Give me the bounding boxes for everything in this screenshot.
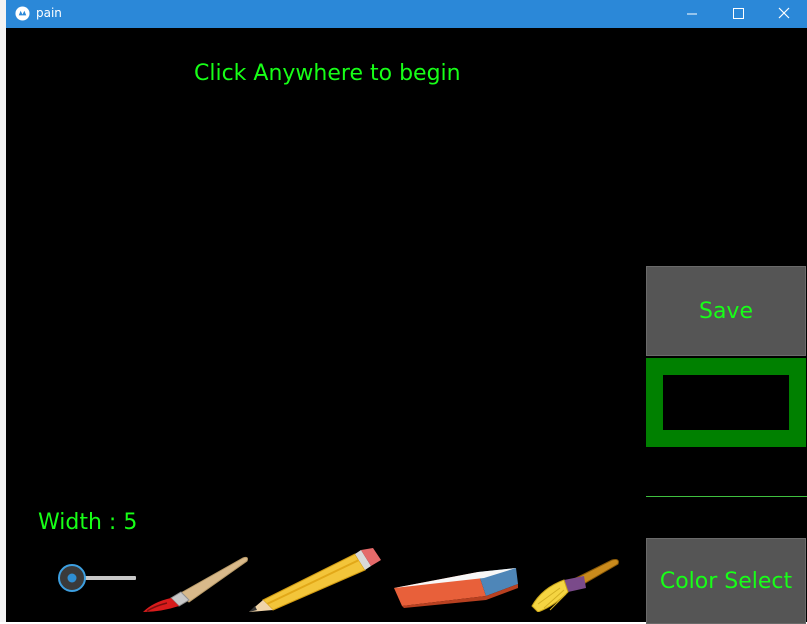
width-label: Width : 5 — [38, 510, 138, 535]
drawing-canvas[interactable]: Click Anywhere to begin Width : 5 Save C… — [6, 28, 807, 624]
pencil-icon[interactable] — [249, 548, 381, 612]
save-button[interactable]: Save — [646, 266, 806, 356]
paintbrush-icon[interactable] — [139, 552, 251, 614]
color-preview-inner — [663, 375, 789, 430]
close-icon — [778, 7, 790, 19]
eraser-icon[interactable] — [390, 566, 520, 608]
broom-icon[interactable] — [528, 554, 622, 612]
minimize-icon — [687, 13, 697, 15]
maximize-button[interactable] — [715, 0, 761, 28]
slider-handle-dot — [67, 573, 77, 583]
app-window: pain Click Anywhere to begin Width : 5 S… — [6, 0, 807, 624]
kivy-app-icon — [15, 6, 30, 21]
begin-hint-label: Click Anywhere to begin — [194, 61, 461, 86]
title-bar[interactable]: pain — [6, 0, 807, 28]
close-button[interactable] — [761, 0, 807, 28]
minimize-button[interactable] — [669, 0, 715, 28]
width-slider[interactable] — [56, 562, 136, 594]
color-select-button[interactable]: Color Select — [646, 538, 806, 624]
divider — [646, 496, 807, 497]
window-title: pain — [36, 6, 62, 20]
maximize-icon — [733, 8, 744, 19]
color-preview — [646, 358, 806, 447]
